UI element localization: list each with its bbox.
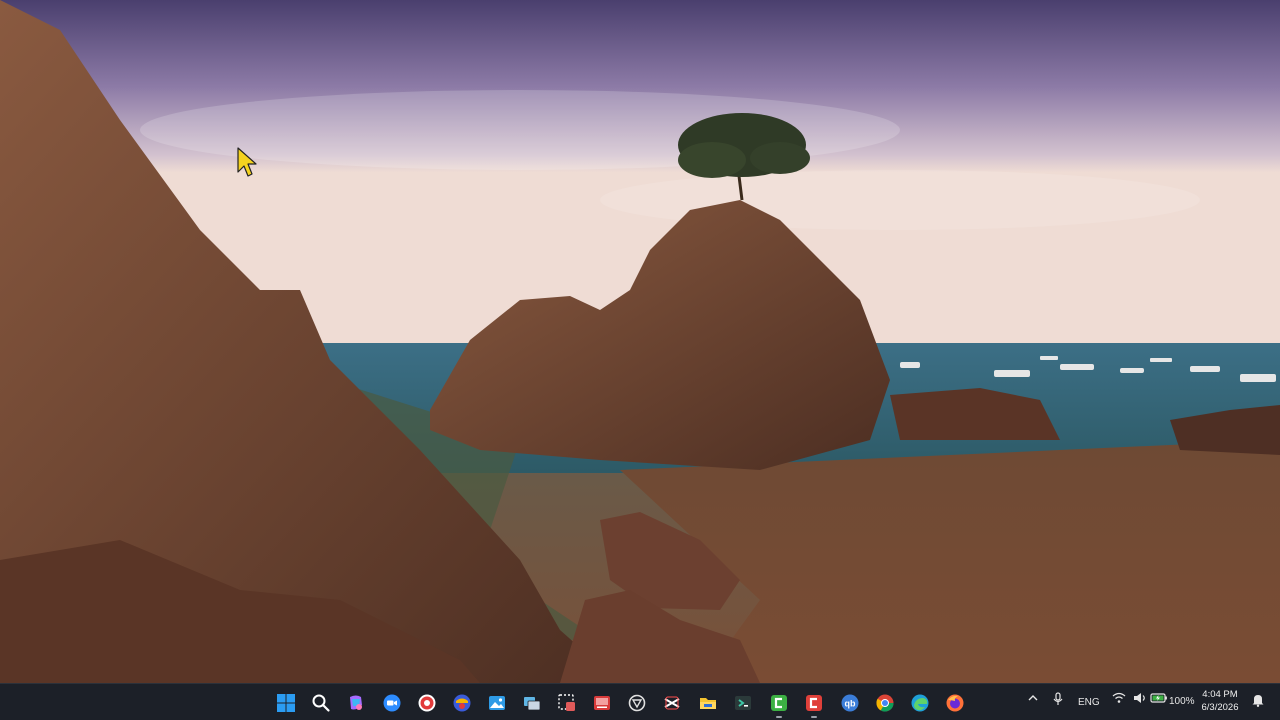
camtasia-red-icon [806,695,822,711]
scissors-icon [558,694,575,711]
wallpaper [0,0,1280,683]
notification-bell-icon[interactable] [1251,693,1265,707]
window-stack-icon [524,697,541,711]
windows-logo-icon [277,694,295,712]
zoom-app[interactable] [377,688,407,718]
battery-percent: 100% [1169,696,1195,707]
photos-app[interactable] [482,688,512,718]
presentation-app[interactable] [587,688,617,718]
edge-icon [911,694,929,712]
microphone-icon[interactable] [1052,692,1064,706]
capcut-icon [664,696,680,710]
chrome-icon [876,694,894,712]
camtasia-recorder-app[interactable] [799,688,829,718]
speaker-icon[interactable] [1133,692,1147,704]
openai-app[interactable] [622,688,652,718]
zoom-camera-icon [383,694,401,712]
edge-app[interactable] [905,688,935,718]
file-explorer-app[interactable] [693,688,723,718]
qbittorrent-app[interactable]: qb [835,688,865,718]
qbittorrent-icon: qb [841,694,859,712]
capcut-app[interactable] [657,688,687,718]
clock-time: 4:04 PM [1202,689,1238,700]
slides-icon [594,696,610,710]
snipping-tool-app[interactable] [552,688,582,718]
copilot-app[interactable] [341,688,371,718]
wifi-icon[interactable] [1112,692,1126,704]
taskbar: qb ENG 100% 4:04 PM 6/3/2026 [0,683,1280,720]
screen-recorder-app[interactable] [412,688,442,718]
arrow-pointer-icon [237,147,257,177]
camtasia-app[interactable] [764,688,794,718]
photos-icon [489,696,505,710]
firefox-app[interactable] [940,688,970,718]
clock-date: 6/3/2026 [1201,702,1239,713]
battery-charging-icon[interactable] [1150,692,1168,704]
system-clock[interactable]: 4:04 PM 6/3/2026 [1196,688,1244,714]
media-play-icon [453,694,471,712]
start-button[interactable] [271,688,301,718]
taskview-app[interactable] [517,688,547,718]
terminal-app[interactable] [728,688,758,718]
svg-text:qb: qb [845,699,856,709]
chevron-up-icon[interactable] [1027,692,1039,704]
language-indicator[interactable]: ENG [1078,697,1100,708]
media-player-app[interactable] [447,688,477,718]
record-icon [418,694,436,712]
chatgpt-icon [628,694,646,712]
chrome-app[interactable] [870,688,900,718]
terminal-icon [735,696,751,710]
search-icon [312,694,330,712]
search-button[interactable] [306,688,336,718]
folder-icon [700,698,716,709]
copilot-icon [350,695,362,710]
desktop[interactable] [0,0,1280,683]
camtasia-green-icon [771,695,787,711]
firefox-icon [946,694,964,712]
